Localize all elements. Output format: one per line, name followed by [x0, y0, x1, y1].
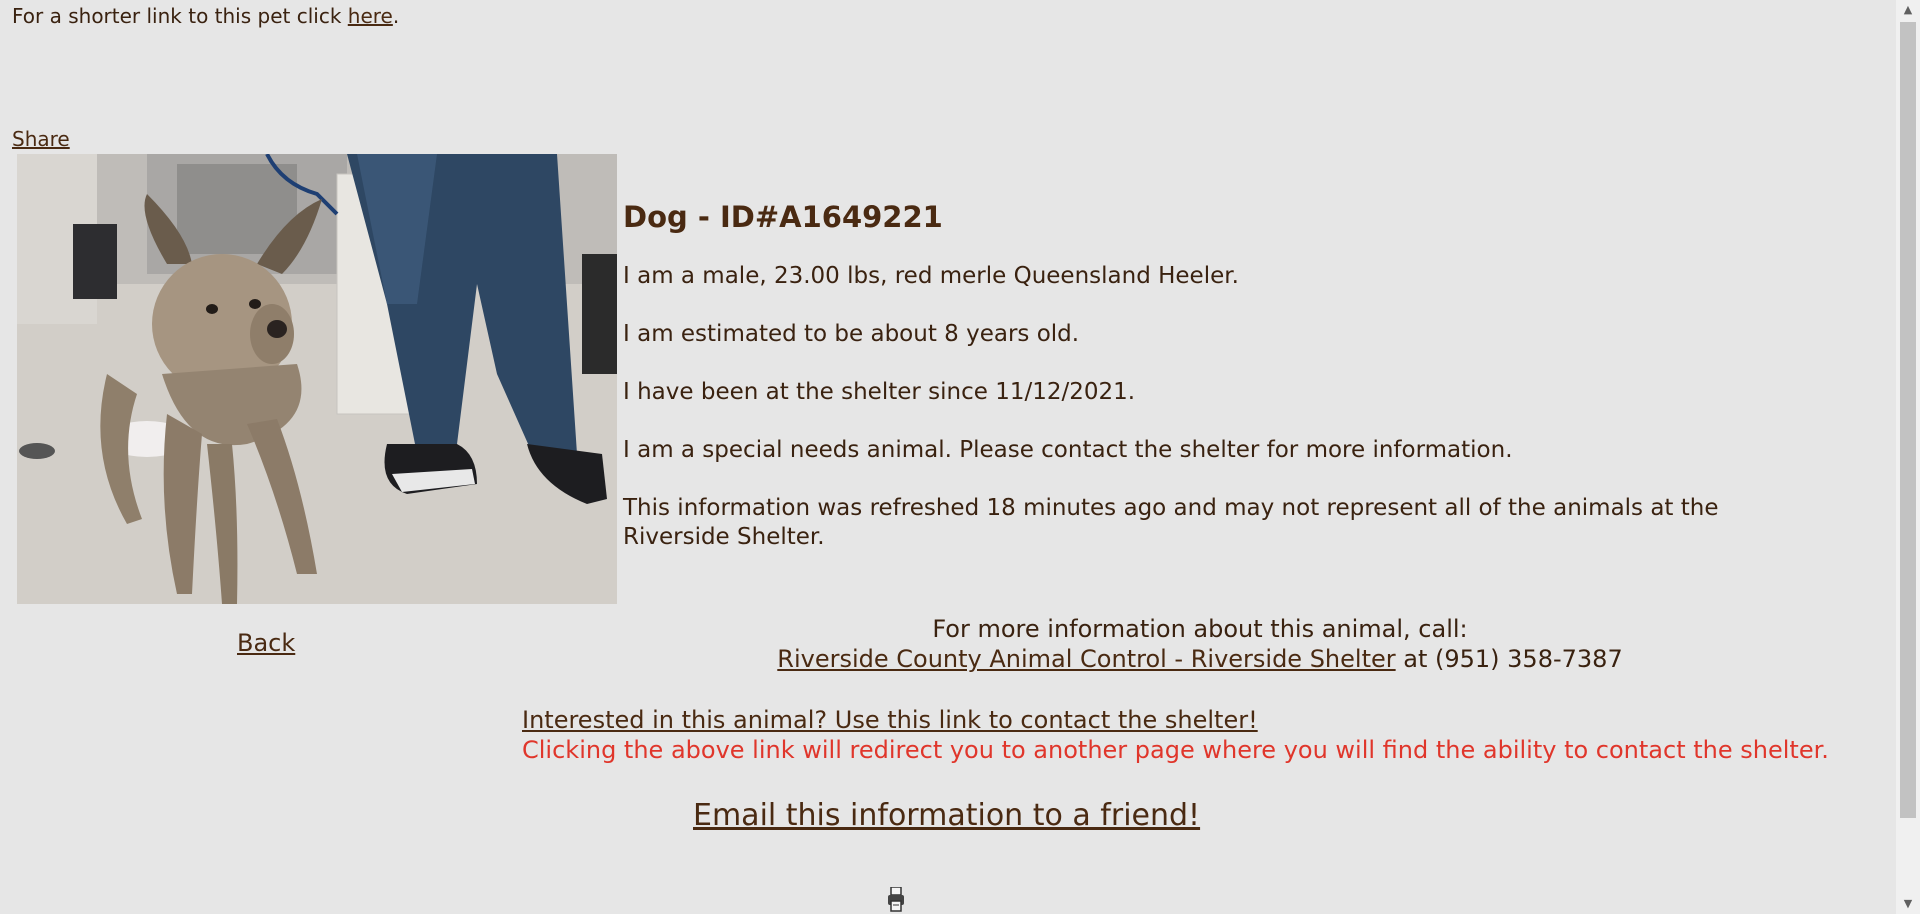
- vertical-scrollbar[interactable]: ▲ ▼: [1896, 0, 1920, 914]
- pet-detail-page: For a shorter link to this pet click her…: [0, 0, 1896, 914]
- animal-special-needs: I am a special needs animal. Please cont…: [623, 437, 1513, 463]
- scrollbar-thumb[interactable]: [1900, 22, 1916, 818]
- short-link-line: For a shorter link to this pet click her…: [12, 4, 399, 28]
- animal-info: Dog - ID#A1649221 I am a male, 23.00 lbs…: [623, 200, 1803, 581]
- animal-age: I am estimated to be about 8 years old.: [623, 321, 1080, 347]
- short-link-prefix: For a shorter link to this pet click: [12, 4, 348, 28]
- scroll-up-arrow-icon[interactable]: ▲: [1896, 0, 1920, 20]
- short-link-here[interactable]: here: [348, 4, 393, 28]
- redirect-note: Clicking the above link will redirect yo…: [522, 736, 1829, 764]
- email-friend-link[interactable]: Email this information to a friend!: [693, 798, 1200, 833]
- contact-shelter-line: Riverside County Animal Control - Rivers…: [620, 644, 1780, 674]
- animal-title: Dog - ID#A1649221: [623, 200, 943, 234]
- animal-intake-date: I have been at the shelter since 11/12/2…: [623, 379, 1136, 405]
- shelter-link[interactable]: Riverside County Animal Control - Rivers…: [777, 645, 1395, 673]
- refresh-note: This information was refreshed 18 minute…: [623, 495, 1719, 550]
- contact-shelter-link[interactable]: Interested in this animal? Use this link…: [522, 706, 1258, 734]
- share-link[interactable]: Share: [12, 127, 70, 151]
- print-icon[interactable]: [887, 886, 905, 914]
- pet-photo: [17, 154, 617, 604]
- scroll-down-arrow-icon[interactable]: ▼: [1896, 894, 1920, 914]
- interest-section: Interested in this animal? Use this link…: [522, 705, 1829, 765]
- contact-call-text: For more information about this animal, …: [932, 615, 1468, 643]
- short-link-suffix: .: [392, 4, 400, 28]
- animal-description: I am a male, 23.00 lbs, red merle Queens…: [623, 263, 1239, 289]
- contact-info: For more information about this animal, …: [620, 614, 1780, 674]
- shelter-phone: at (951) 358-7387: [1395, 645, 1623, 673]
- back-link[interactable]: Back: [237, 629, 295, 657]
